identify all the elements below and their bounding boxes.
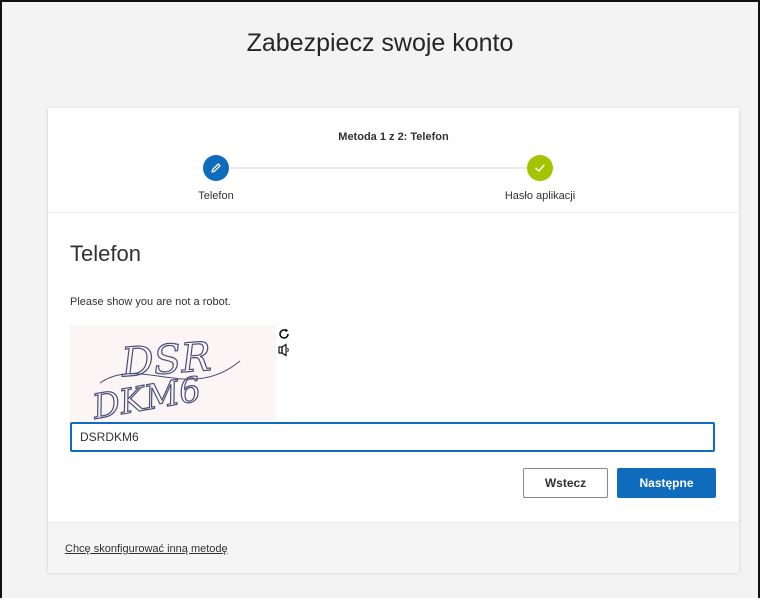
step-heading: Metoda 1 z 2: Telefon (338, 131, 449, 143)
window-frame: Zabezpiecz swoje konto Metoda 1 z 2: Tel… (0, 0, 760, 598)
step-current-indicator (203, 155, 229, 181)
captcha-image: DSR DKM6 (70, 325, 276, 429)
captcha-input[interactable] (70, 422, 715, 452)
next-button[interactable]: Następne (617, 468, 716, 498)
step-connector (230, 167, 554, 169)
card-footer: Chcę skonfigurować inną metodę (48, 522, 739, 573)
section-title: Telefon (70, 241, 141, 266)
step-done-indicator (527, 155, 553, 181)
page-title: Zabezpiecz swoje konto (246, 29, 514, 57)
step-label-app-password: Hasło aplikacji (504, 190, 576, 202)
pencil-icon (211, 163, 221, 173)
robot-prompt: Please show you are not a robot. (70, 296, 231, 308)
back-button[interactable]: Wstecz (523, 468, 608, 498)
progress-header: Metoda 1 z 2: Telefon Telefon Hasło apli… (48, 108, 739, 213)
captcha-graphic: DSR DKM6 (70, 325, 276, 429)
audio-icon[interactable] (277, 343, 291, 357)
refresh-icon[interactable] (277, 327, 291, 341)
captcha-tools (277, 327, 291, 357)
step-label-telefon: Telefon (198, 190, 234, 202)
setup-card: Metoda 1 z 2: Telefon Telefon Hasło apli… (48, 108, 739, 573)
check-icon (535, 164, 545, 172)
alt-method-link[interactable]: Chcę skonfigurować inną metodę (65, 543, 228, 555)
